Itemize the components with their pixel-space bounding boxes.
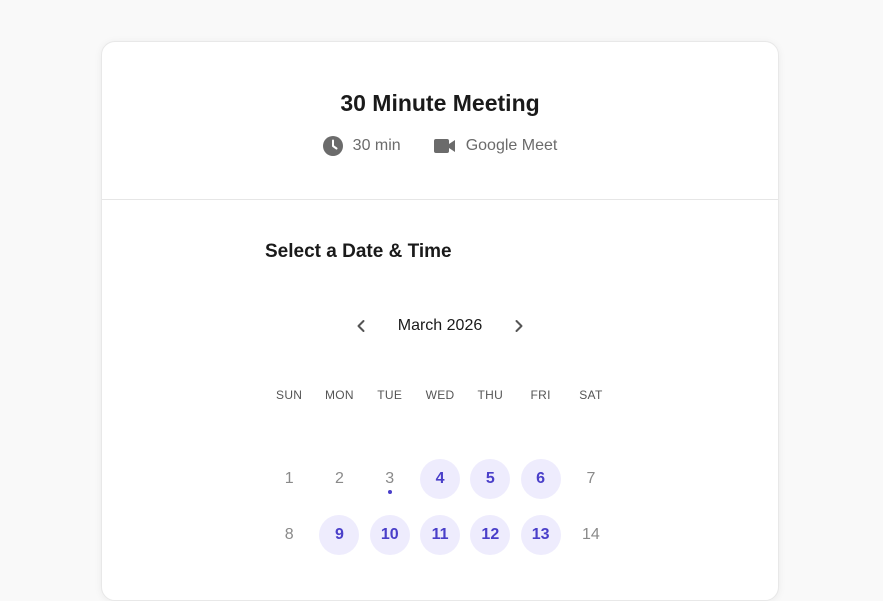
weekday-label: THU <box>477 388 504 402</box>
day-button-available[interactable]: 5 <box>470 459 511 499</box>
day-button-available[interactable]: 4 <box>420 459 461 499</box>
duration-info: 30 min <box>322 136 401 156</box>
duration-label: 30 min <box>352 137 401 154</box>
weekday-label: MON <box>324 388 354 402</box>
day-number: 5 <box>485 470 495 487</box>
month-label: March 2026 <box>397 317 483 334</box>
clock-icon <box>322 136 343 156</box>
weekday-label: SAT <box>579 388 603 402</box>
today-indicator-dot <box>387 490 392 494</box>
weekday-label: WED <box>425 388 455 402</box>
day-number: 2 <box>334 470 344 487</box>
weekday-label: FRI <box>530 388 551 402</box>
day-button-available[interactable]: 9 <box>319 515 360 555</box>
chevron-left-icon <box>357 320 365 332</box>
day-button-available[interactable]: 12 <box>470 515 511 555</box>
day-cell-unavailable: 2 <box>319 459 359 499</box>
calendar-grid: 1 2 3 4 5 6 7 8 9 10 11 12 13 14 <box>264 459 616 555</box>
prev-month-button[interactable] <box>352 316 370 336</box>
chevron-right-icon <box>515 320 523 332</box>
day-number: 9 <box>334 526 344 543</box>
location-label: Google Meet <box>465 137 558 154</box>
section-title: Select a Date & Time <box>265 241 452 262</box>
weekday-header: SUN MON TUE WED THU FRI SAT <box>264 388 616 402</box>
day-cell-unavailable: 1 <box>269 459 309 499</box>
video-camera-icon <box>433 138 456 154</box>
next-month-button[interactable] <box>510 316 528 336</box>
day-number: 7 <box>586 470 596 487</box>
day-number: 4 <box>435 470 445 487</box>
location-info: Google Meet <box>433 137 558 155</box>
event-title: 30 Minute Meeting <box>340 90 540 116</box>
day-cell-unavailable: 7 <box>571 459 611 499</box>
day-number: 6 <box>536 470 546 487</box>
month-navigation: March 2026 <box>102 316 778 336</box>
day-number: 1 <box>284 470 294 487</box>
weekday-label: SUN <box>276 388 303 402</box>
day-cell-unavailable: 14 <box>571 515 611 555</box>
day-number: 12 <box>481 526 500 543</box>
day-number: 3 <box>385 470 395 487</box>
day-button-available[interactable]: 6 <box>520 459 561 499</box>
day-button-available[interactable]: 13 <box>520 515 561 555</box>
day-cell-unavailable: 3 <box>370 459 410 499</box>
day-button-available[interactable]: 10 <box>369 515 410 555</box>
day-number: 14 <box>582 526 600 543</box>
booking-card: 30 Minute Meeting 30 min Google Meet Sel… <box>101 41 779 601</box>
day-cell-unavailable: 8 <box>269 515 309 555</box>
day-number: 8 <box>284 526 294 543</box>
day-number: 13 <box>531 526 550 543</box>
event-meta: 30 min Google Meet <box>102 136 778 156</box>
day-button-available[interactable]: 11 <box>420 515 461 555</box>
weekday-label: TUE <box>377 388 403 402</box>
event-header: 30 Minute Meeting 30 min Google Meet <box>102 42 778 200</box>
day-number: 10 <box>380 526 399 543</box>
day-number: 11 <box>431 526 449 543</box>
